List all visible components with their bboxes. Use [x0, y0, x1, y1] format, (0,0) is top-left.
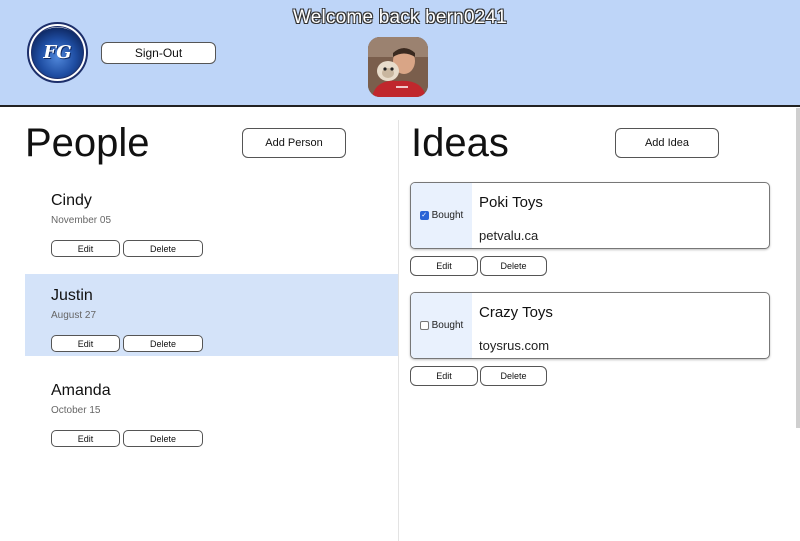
- people-heading: People: [25, 121, 150, 165]
- person-date: August 27: [51, 310, 97, 321]
- person-date: October 15: [51, 405, 101, 416]
- idea-store: petvalu.ca: [479, 228, 539, 243]
- ideas-heading: Ideas: [411, 121, 509, 165]
- header-bar: Welcome back bern0241 FG Sign-Out: [0, 0, 800, 107]
- sign-out-button[interactable]: Sign-Out: [101, 42, 216, 64]
- idea-card-crazy-toys: Bought Crazy Toys toysrus.com: [410, 292, 770, 359]
- avatar-photo-icon: [368, 37, 428, 97]
- logo-text: FG: [43, 42, 72, 63]
- person-date: November 05: [51, 215, 112, 226]
- edit-person-button[interactable]: Edit: [51, 240, 120, 257]
- logo-flame: FG: [31, 26, 84, 79]
- delete-idea-button[interactable]: Delete: [480, 256, 547, 276]
- bought-toggle[interactable]: ✓ Bought: [411, 183, 472, 248]
- add-idea-button[interactable]: Add Idea: [615, 128, 719, 158]
- edit-idea-button[interactable]: Edit: [410, 256, 478, 276]
- person-name: Amanda: [51, 382, 111, 399]
- idea-title: Poki Toys: [479, 194, 543, 211]
- idea-store: toysrus.com: [479, 338, 550, 353]
- delete-person-button[interactable]: Delete: [123, 335, 203, 352]
- add-person-button[interactable]: Add Person: [242, 128, 346, 158]
- idea-card-poki-toys: ✓ Bought Poki Toys petvalu.ca: [410, 182, 770, 249]
- person-name: Justin: [51, 287, 93, 304]
- person-name: Cindy: [51, 192, 92, 209]
- edit-person-button[interactable]: Edit: [51, 335, 120, 352]
- bought-toggle[interactable]: Bought: [411, 293, 472, 358]
- app-logo-icon[interactable]: FG: [27, 22, 88, 83]
- welcome-message: Welcome back bern0241: [292, 7, 508, 28]
- page-scrollbar[interactable]: [796, 108, 800, 428]
- bought-checkbox[interactable]: ✓: [419, 211, 429, 220]
- delete-person-button[interactable]: Delete: [123, 430, 203, 447]
- edit-idea-button[interactable]: Edit: [410, 366, 478, 386]
- person-item-justin[interactable]: Justin August 27 Edit Delete: [25, 274, 398, 356]
- delete-person-button[interactable]: Delete: [123, 240, 203, 257]
- column-divider: [398, 120, 399, 541]
- edit-person-button[interactable]: Edit: [51, 430, 120, 447]
- person-item-cindy[interactable]: Cindy November 05 Edit Delete: [25, 179, 398, 261]
- bought-checkbox[interactable]: [419, 321, 429, 330]
- user-avatar[interactable]: [368, 37, 428, 97]
- bought-label: Bought: [431, 210, 464, 221]
- bought-label: Bought: [431, 320, 464, 331]
- idea-title: Crazy Toys: [479, 304, 553, 321]
- person-item-amanda[interactable]: Amanda October 15 Edit Delete: [25, 369, 398, 451]
- delete-idea-button[interactable]: Delete: [480, 366, 547, 386]
